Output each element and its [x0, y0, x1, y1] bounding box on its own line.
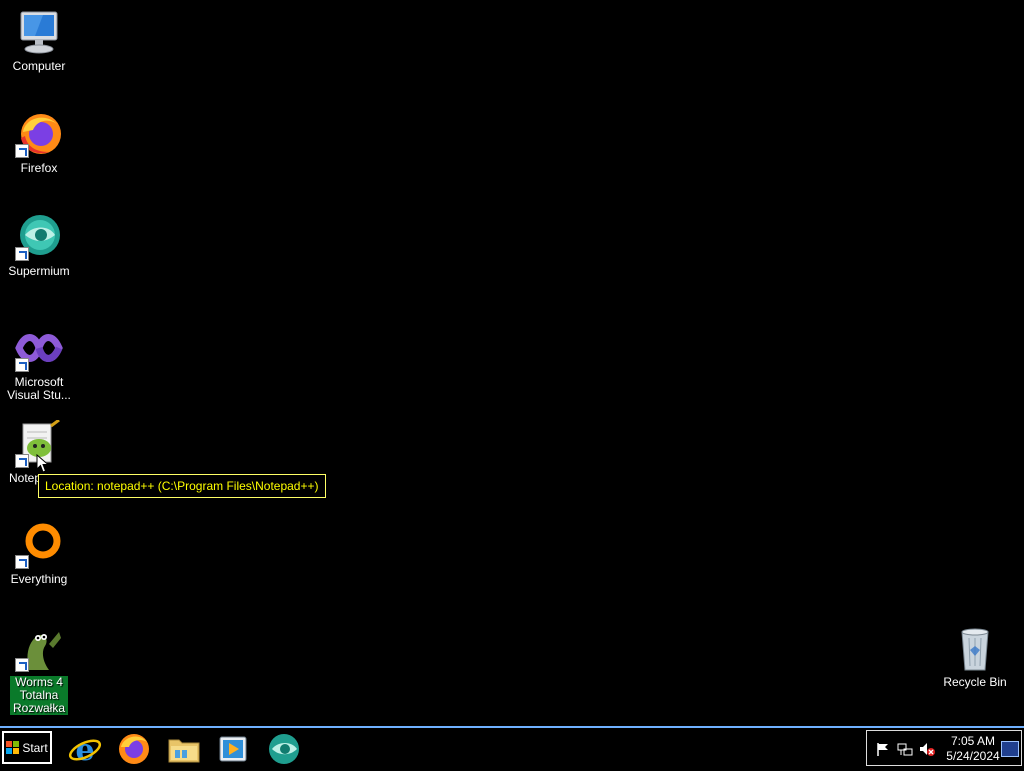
- system-tray: 7:05 AM 5/24/2024: [866, 730, 1022, 766]
- taskbar-internet-explorer[interactable]: e: [68, 732, 102, 768]
- shortcut-arrow-icon: [15, 247, 29, 261]
- taskbar-firefox[interactable]: [117, 732, 151, 766]
- shortcut-arrow-icon: [15, 454, 29, 468]
- shortcut-arrow-icon: [15, 144, 29, 158]
- svg-text:e: e: [75, 733, 94, 766]
- desktop[interactable]: Computer Firefox Supermium Microsoft Vis…: [0, 0, 1024, 726]
- visual-studio-icon: [15, 324, 63, 372]
- desktop-icon-label: Firefox: [20, 161, 58, 175]
- clock-time: 7:05 AM: [950, 734, 996, 748]
- windows-logo-icon: [6, 741, 20, 754]
- network-icon[interactable]: [897, 741, 913, 757]
- start-button[interactable]: Start: [2, 731, 52, 764]
- supermium-icon: [269, 734, 299, 764]
- mouse-cursor-icon: [36, 454, 50, 473]
- desktop-icon-label: Computer: [12, 59, 66, 73]
- desktop-icon-worms[interactable]: Worms 4 Totalna Rozwałka: [1, 624, 77, 715]
- internet-explorer-icon: e: [68, 733, 102, 768]
- everything-icon: [15, 521, 63, 569]
- shortcut-arrow-icon: [15, 555, 29, 569]
- firefox-icon: [15, 110, 63, 158]
- file-explorer-icon: [168, 739, 200, 763]
- shortcut-arrow-icon: [15, 658, 29, 672]
- volume-muted-icon[interactable]: [919, 741, 935, 757]
- start-label: Start: [22, 740, 48, 755]
- taskbar-supermium[interactable]: [267, 732, 301, 766]
- computer-icon: [15, 8, 63, 56]
- recycle-bin-icon: [951, 624, 999, 672]
- desktop-icon-supermium[interactable]: Supermium: [1, 213, 77, 278]
- worms-icon: [15, 624, 63, 672]
- supermium-icon: [15, 213, 63, 261]
- desktop-icon-everything[interactable]: Everything: [1, 521, 77, 586]
- taskbar: Start e 7:05 AM 5/24/2024: [0, 726, 1024, 768]
- action-center-flag-icon[interactable]: [875, 741, 891, 757]
- taskbar-file-explorer[interactable]: [167, 732, 201, 766]
- clock[interactable]: 7:05 AM 5/24/2024: [939, 734, 1007, 764]
- desktop-icon-computer[interactable]: Computer: [1, 8, 77, 73]
- clock-date: 5/24/2024: [946, 749, 1000, 763]
- desktop-icon-visual-studio[interactable]: Microsoft Visual Stu...: [1, 324, 77, 402]
- desktop-icon-firefox[interactable]: Firefox: [1, 110, 77, 175]
- desktop-icon-label: Everything: [10, 572, 68, 586]
- shortcut-arrow-icon: [15, 358, 29, 372]
- show-desktop-button[interactable]: [1001, 741, 1019, 757]
- desktop-icon-label: Supermium: [8, 264, 70, 278]
- desktop-icon-label: Worms 4 Totalna Rozwałka: [10, 676, 68, 715]
- desktop-icon-recycle-bin[interactable]: Recycle Bin: [937, 624, 1013, 689]
- media-player-icon: [219, 736, 247, 762]
- desktop-icon-label: Microsoft Visual Stu...: [7, 375, 71, 402]
- icon-tooltip: Location: notepad++ (C:\Program Files\No…: [38, 474, 326, 498]
- desktop-icon-label: Recycle Bin: [943, 675, 1007, 689]
- taskbar-media-player[interactable]: [216, 732, 250, 766]
- firefox-icon: [119, 734, 149, 764]
